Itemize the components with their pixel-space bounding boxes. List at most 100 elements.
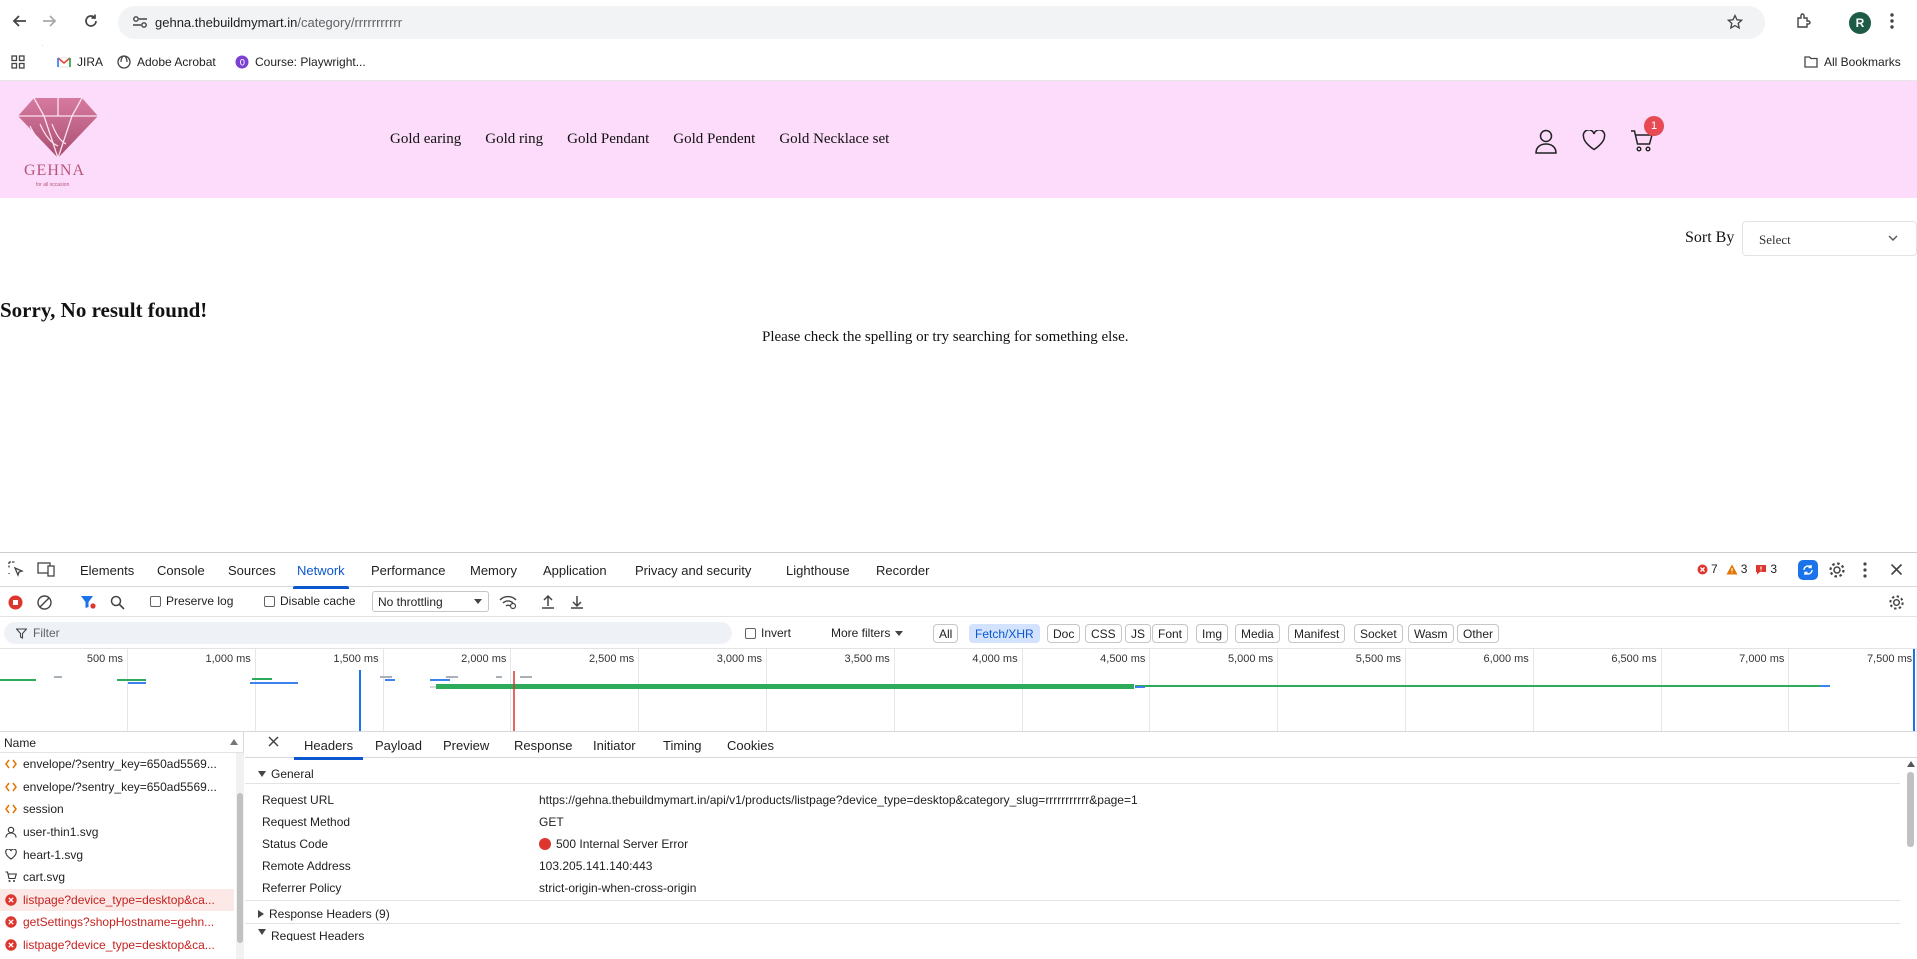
tab-lighthouse[interactable]: Lighthouse [786, 563, 850, 578]
bookmark-adobe-acrobat[interactable]: Adobe Acrobat [117, 55, 216, 69]
request-row[interactable]: heart-1.svg [0, 843, 234, 866]
tab-headers[interactable]: Headers [293, 738, 364, 760]
request-list-scrollbar[interactable] [236, 753, 244, 959]
category-menu: Gold earing Gold ring Gold Pendant Gold … [390, 131, 889, 148]
type-filter-js[interactable]: JS [1125, 624, 1152, 643]
settings-gear-icon[interactable] [1828, 561, 1846, 579]
reload-button[interactable] [80, 10, 102, 32]
sync-icon[interactable] [1798, 560, 1818, 580]
device-toolbar-icon[interactable] [37, 561, 55, 577]
tab-cookies[interactable]: Cookies [727, 738, 774, 753]
network-settings-gear-icon[interactable] [1888, 594, 1905, 611]
general-section-toggle[interactable]: General [258, 767, 314, 781]
request-name: heart-1.svg [23, 847, 84, 862]
tab-payload[interactable]: Payload [375, 738, 422, 753]
menu-item-gold-necklace-set[interactable]: Gold Necklace set [779, 131, 889, 148]
type-filter-css[interactable]: CSS [1085, 624, 1122, 643]
issue-counters[interactable]: 7 3 3 [1697, 562, 1777, 576]
request-row[interactable]: cart.svg [0, 866, 234, 889]
tab-console[interactable]: Console [157, 563, 205, 578]
tab-application[interactable]: Application [543, 563, 607, 578]
tab-timing[interactable]: Timing [663, 738, 702, 753]
detail-scrollbar[interactable] [1906, 760, 1916, 959]
type-filter-fetch-xhr[interactable]: Fetch/XHR [969, 624, 1040, 643]
menu-item-gold-pendant[interactable]: Gold Pendant [567, 131, 649, 148]
all-bookmarks-button[interactable]: All Bookmarks [1804, 55, 1901, 69]
bookmark-star-icon[interactable] [1727, 14, 1743, 30]
network-conditions-icon[interactable] [499, 594, 517, 610]
tab-performance[interactable]: Performance [371, 563, 445, 578]
sort-select[interactable]: Select [1742, 221, 1917, 256]
type-filter-font[interactable]: Font [1152, 624, 1189, 643]
back-button[interactable] [9, 10, 31, 32]
extensions-icon[interactable] [1795, 12, 1813, 30]
type-filter-wasm[interactable]: Wasm [1408, 624, 1454, 643]
scrollbar-thumb[interactable] [237, 793, 243, 943]
request-row[interactable]: session [0, 798, 234, 821]
more-filters-dropdown[interactable]: More filters [831, 626, 904, 640]
kebab-menu-icon[interactable] [1889, 12, 1895, 30]
tab-privacy-security[interactable]: Privacy and security [635, 563, 751, 578]
type-filter-img[interactable]: Img [1196, 624, 1229, 643]
type-filter-socket[interactable]: Socket [1354, 624, 1403, 643]
record-stop-icon[interactable] [8, 595, 23, 610]
preserve-log-checkbox[interactable]: Preserve log [150, 594, 233, 608]
bookmark-jira[interactable]: JIRA [57, 55, 103, 69]
type-filter-manifest[interactable]: Manifest [1288, 624, 1346, 643]
close-icon[interactable] [1890, 563, 1903, 576]
kebab-menu-icon[interactable] [1862, 561, 1868, 579]
request-headers-toggle[interactable]: Request Headers [258, 929, 364, 941]
name-column-header[interactable]: Name [0, 732, 243, 753]
throttling-select[interactable]: No throttling [372, 591, 489, 612]
response-headers-toggle[interactable]: Response Headers (9) [258, 907, 390, 921]
filter-funnel-icon[interactable] [80, 594, 96, 610]
request-row[interactable]: getSettings?shopHostname=gehn... [0, 911, 234, 934]
type-filter-other[interactable]: Other [1457, 624, 1500, 643]
inspect-element-icon[interactable] [8, 561, 24, 577]
scrollbar-thumb[interactable] [1907, 772, 1914, 847]
close-detail-icon[interactable] [268, 736, 279, 747]
tab-network[interactable]: Network [293, 563, 349, 589]
tab-sources[interactable]: Sources [228, 563, 276, 578]
menu-item-gold-earing[interactable]: Gold earing [390, 131, 461, 148]
tab-preview[interactable]: Preview [443, 738, 489, 753]
chevron-down-icon [1888, 235, 1898, 242]
forward-button[interactable] [38, 10, 60, 32]
network-overview-timeline[interactable]: 500 ms 1,000 ms 1,500 ms 2,000 ms 2,500 ms 3,… [0, 649, 1917, 732]
menu-item-gold-pendent[interactable]: Gold Pendent [673, 131, 755, 148]
export-har-icon[interactable] [570, 594, 584, 610]
filter-bar: Filter Invert More filters All Fetch/XHR… [0, 617, 1917, 649]
invert-checkbox[interactable]: Invert [745, 626, 791, 640]
disable-cache-checkbox[interactable]: Disable cache [264, 594, 355, 608]
request-row[interactable]: envelope/?sentry_key=650ad5569... [0, 753, 234, 776]
bookmark-course-playwright[interactable]: 0 Course: Playwright... [235, 55, 366, 69]
search-icon[interactable] [110, 595, 125, 610]
profile-avatar[interactable]: R [1849, 12, 1871, 34]
site-info-icon[interactable] [132, 15, 148, 29]
browser-toolbar: gehna.thebuildmymart.in/category/rrrrrrr… [0, 0, 1917, 45]
type-filter-all[interactable]: All [933, 624, 959, 643]
address-bar[interactable]: gehna.thebuildmymart.in/category/rrrrrrr… [118, 6, 1765, 39]
tab-response[interactable]: Response [514, 738, 573, 753]
type-filter-media[interactable]: Media [1235, 624, 1280, 643]
site-logo[interactable]: GEHNA for all occasion [6, 88, 110, 194]
type-filter-doc[interactable]: Doc [1047, 624, 1081, 643]
request-row[interactable]: listpage?device_type=desktop&ca... [0, 888, 234, 912]
apps-grid-icon[interactable] [11, 55, 25, 69]
tab-recorder[interactable]: Recorder [876, 563, 929, 578]
tab-memory[interactable]: Memory [470, 563, 517, 578]
tab-initiator[interactable]: Initiator [593, 738, 636, 753]
menu-item-gold-ring[interactable]: Gold ring [485, 131, 543, 148]
preserve-log-label: Preserve log [166, 594, 234, 608]
clear-icon[interactable] [37, 595, 52, 610]
request-name: envelope/?sentry_key=650ad5569... [23, 779, 217, 794]
request-row[interactable]: envelope/?sentry_key=650ad5569... [0, 776, 234, 799]
request-row[interactable]: listpage?device_type=desktop&ca... [0, 934, 234, 957]
heart-icon[interactable] [1582, 130, 1606, 151]
request-row[interactable]: user-thin1.svg [0, 821, 234, 844]
import-har-icon[interactable] [541, 594, 555, 610]
user-icon[interactable] [1534, 128, 1558, 154]
filter-input[interactable]: Filter [4, 622, 732, 644]
tab-elements[interactable]: Elements [80, 563, 134, 578]
name-header-label: Name [4, 736, 37, 750]
